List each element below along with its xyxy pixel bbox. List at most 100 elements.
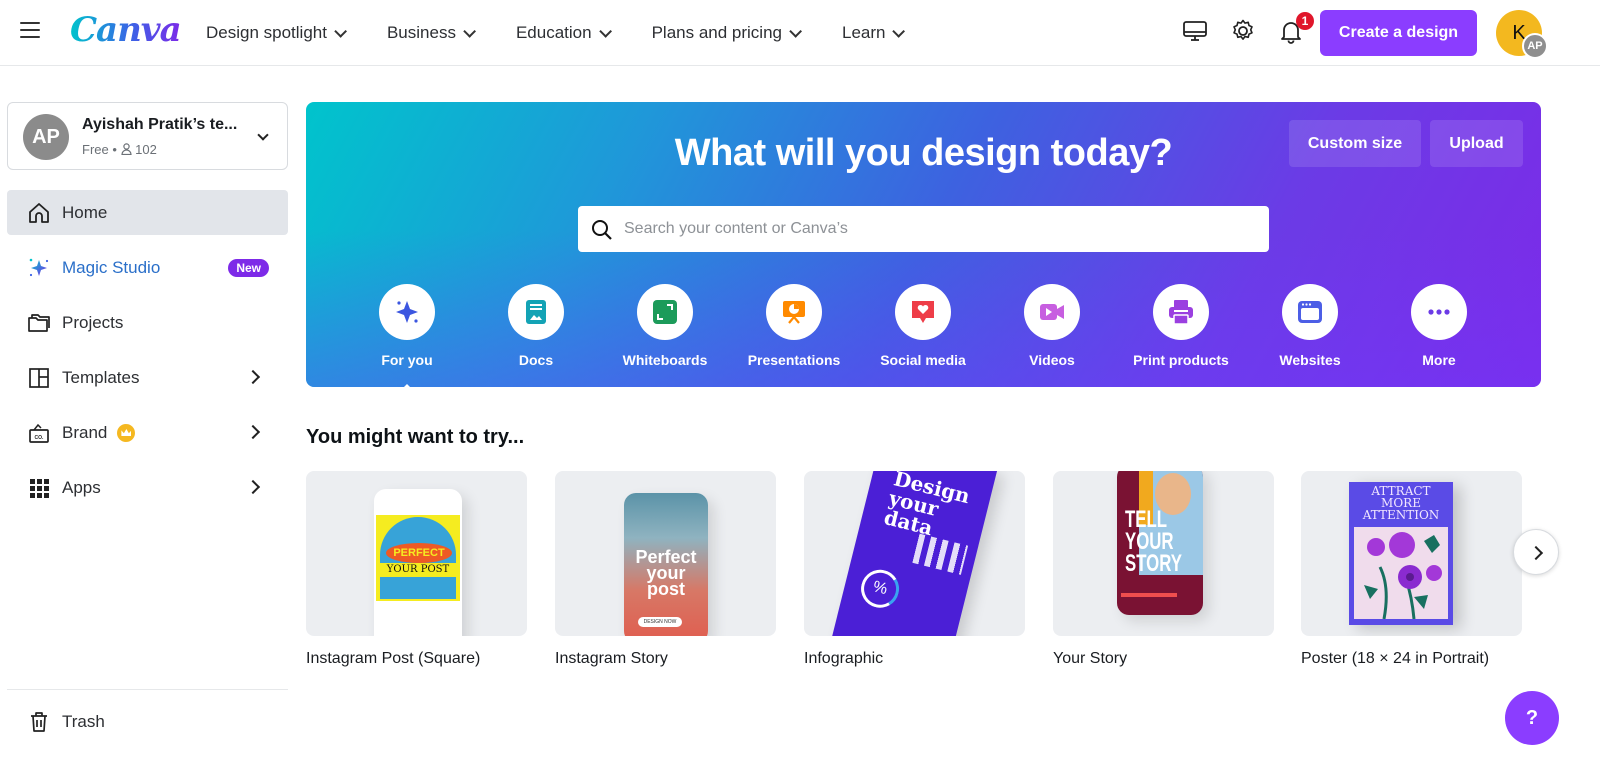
brand-label: Brand [62,422,108,442]
sidebar-item-projects[interactable]: Projects [7,300,288,345]
chevron-right-icon [245,369,261,385]
category-label: Print products [1133,352,1229,368]
svg-text:CO.: CO. [35,435,45,441]
category-whiteboards[interactable]: Whiteboards [605,284,725,368]
sidebar-item-apps[interactable]: Apps [7,465,288,510]
category-label: Docs [518,352,554,368]
nav-label: Design spotlight [206,23,327,42]
category-label: Presentations [747,352,841,368]
category-presentations[interactable]: Presentations [734,284,854,368]
sidebar-item-label: Trash [62,711,105,731]
sidebar-item-label: Magic Studio [62,257,161,277]
sidebar-item-label: Projects [62,312,124,332]
home-icon [29,203,49,223]
art-text: post [647,579,685,599]
brand-icon: CO. [29,423,49,443]
sidebar-item-magic-studio[interactable]: Magic Studio New [7,245,288,290]
hero-banner: What will you design today? Custom size … [306,102,1541,387]
category-websites[interactable]: Websites [1250,284,1370,368]
search-bar [578,206,1269,252]
apps-grid-icon [30,479,49,498]
whiteboard-icon [653,300,677,324]
card-title: Poster (18 × 24 in Portrait) [1301,650,1490,667]
thumbnail-instagram-post: PERFECT YOUR POST [306,471,527,636]
account-avatar[interactable]: K AP [1496,10,1548,59]
category-label: Websites [1279,352,1341,368]
team-member-count: 102 [135,142,157,157]
chevron-down-icon [334,24,347,38]
category-more[interactable]: More [1379,284,1499,368]
search-icon [592,220,612,240]
person-icon [120,143,132,156]
category-social-media[interactable]: Social media [863,284,983,368]
folder-icon [28,314,50,332]
heart-chat-icon [912,301,934,323]
sidebar-item-home[interactable]: Home [7,190,288,235]
settings-gear-icon[interactable] [1230,18,1256,44]
menu-icon[interactable] [20,22,40,42]
category-label: For you [381,352,433,368]
top-icons: 1 [1182,12,1314,44]
desktop-app-icon[interactable] [1182,18,1208,44]
art-text: % [857,565,904,612]
flower-illustration [1364,532,1442,620]
chevron-down-icon [892,24,906,38]
selected-indicator [401,384,413,387]
carousel-next-button[interactable] [1513,529,1559,575]
notifications-bell-icon[interactable]: 1 [1278,12,1314,44]
nav-label: Education [515,23,592,42]
trash-icon [31,712,47,732]
more-dots-icon [1428,309,1450,315]
art-text: YOUR POST [380,563,456,577]
category-for-you[interactable]: For you [347,284,467,387]
category-label: Social media [880,352,966,368]
suggestion-card-your-story[interactable]: TELL YOUR STORY Your Story [1053,471,1274,668]
video-camera-icon [1040,304,1064,320]
nav-label: Learn [842,23,886,42]
search-input[interactable] [624,220,1244,238]
chevron-right-icon [245,424,261,440]
category-print-products[interactable]: Print products [1121,284,1241,368]
sidebar-item-trash[interactable]: Trash [7,699,288,744]
team-switcher[interactable]: AP Ayishah Pratik’s te... Free • 102 [7,102,288,170]
chevron-down-icon [789,24,802,38]
category-label: Whiteboards [622,352,708,368]
nav-business[interactable]: Business [387,23,476,43]
help-button[interactable]: ? [1505,691,1559,745]
presentation-icon [783,301,805,324]
nav-learn[interactable]: Learn [842,23,906,43]
sidebar-item-label: Home [62,202,108,222]
suggestion-card-instagram-story[interactable]: Perfect your post DESIGN NOW Instagram S… [555,471,776,668]
canva-logo[interactable]: Canva [70,10,182,50]
team-avatar: AP [23,114,69,160]
suggestion-card-infographic[interactable]: Design your data % Infographic [804,471,1025,668]
new-badge: New [228,259,269,277]
doc-icon [526,300,546,324]
category-docs[interactable]: Docs [476,284,596,368]
art-text: DESIGN NOW [638,617,682,627]
art-text: ATTENTION [1362,508,1440,522]
nav-design-spotlight[interactable]: Design spotlight [206,23,347,43]
templates-icon [29,368,49,388]
chevron-down-icon [463,24,476,38]
thumbnail-instagram-story: Perfect your post DESIGN NOW [555,471,776,636]
create-a-design-button[interactable]: Create a design [1320,10,1477,56]
nav-education[interactable]: Education [515,23,612,43]
sidebar-item-brand[interactable]: CO. Brand [7,410,288,455]
suggestion-card-poster[interactable]: ATTRACT MORE ATTENTION Poster (18 × 24 i… [1301,471,1522,668]
card-title: Your Story [1053,650,1128,667]
chevron-right-icon [245,479,261,495]
art-text: STORY [1125,550,1182,577]
nav-plans-and-pricing[interactable]: Plans and pricing [652,23,802,43]
category-videos[interactable]: Videos [992,284,1112,368]
notification-count-badge: 1 [1296,12,1314,30]
sparkle-icon [396,301,418,323]
upload-button[interactable]: Upload [1430,120,1523,167]
printer-icon [1169,300,1193,325]
card-title: Instagram Story [555,650,668,667]
suggestion-card-instagram-post[interactable]: PERFECT YOUR POST Instagram Post (Square… [306,471,527,668]
card-title: Instagram Post (Square) [306,650,481,667]
custom-size-button[interactable]: Custom size [1289,120,1421,167]
main-nav: Design spotlight Business Education Plan… [206,0,945,66]
sidebar-item-templates[interactable]: Templates [7,355,288,400]
